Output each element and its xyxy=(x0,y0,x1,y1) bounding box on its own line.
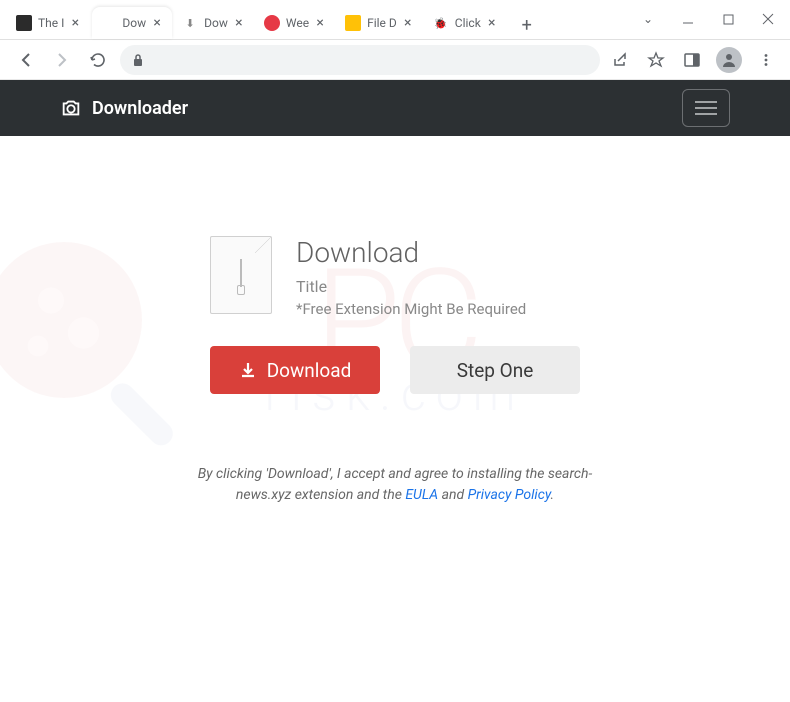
disclaimer-post: . xyxy=(551,487,555,503)
tab-title-0: The I xyxy=(38,16,64,30)
tabs-dropdown-button[interactable]: ⌄ xyxy=(634,5,662,33)
zip-file-icon xyxy=(210,236,272,314)
tab-2[interactable]: ⬇ Dow × xyxy=(174,7,254,39)
tab-favicon-5: 🐞 xyxy=(433,15,449,31)
tab-title-2: Dow xyxy=(204,16,228,30)
tab-favicon-3 xyxy=(264,15,280,31)
brand-text: Downloader xyxy=(92,98,188,119)
window-maximize-button[interactable] xyxy=(714,5,742,33)
download-note: *Free Extension Might Be Required xyxy=(296,300,526,318)
download-button-label: Download xyxy=(267,359,352,382)
download-button[interactable]: Download xyxy=(210,346,380,394)
browser-toolbar xyxy=(0,40,790,80)
tab-title-5: Click xyxy=(455,16,481,30)
buttons-row: Download Step One xyxy=(210,346,730,394)
tab-3[interactable]: Wee × xyxy=(256,7,335,39)
profile-avatar[interactable] xyxy=(716,47,742,73)
tab-favicon-4 xyxy=(345,15,361,31)
step-one-button-label: Step One xyxy=(457,359,534,382)
magnifier-watermark-icon xyxy=(0,216,220,476)
share-icon[interactable] xyxy=(608,48,632,72)
toolbar-right xyxy=(608,47,778,73)
page-header: Downloader xyxy=(0,80,790,136)
brand: Downloader xyxy=(60,97,188,119)
download-title: Title xyxy=(296,277,526,296)
tab-close-1[interactable]: × xyxy=(150,16,164,30)
tab-title-1: Dow xyxy=(122,16,146,30)
window-minimize-button[interactable] xyxy=(674,5,702,33)
tab-title-3: Wee xyxy=(286,16,309,30)
address-bar[interactable] xyxy=(120,45,600,75)
page-content: PC risk.com Download Title *Free Extensi… xyxy=(0,136,790,506)
hamburger-menu-button[interactable] xyxy=(682,89,730,127)
privacy-policy-link[interactable]: Privacy Policy xyxy=(468,487,551,503)
tab-close-5[interactable]: × xyxy=(485,16,499,30)
step-one-button[interactable]: Step One xyxy=(410,346,580,394)
tab-favicon-0 xyxy=(16,15,32,31)
bookmark-star-icon[interactable] xyxy=(644,48,668,72)
camera-icon xyxy=(60,97,82,119)
lock-icon xyxy=(132,53,144,67)
tab-1[interactable]: Dow × xyxy=(92,7,172,39)
disclaimer-mid: and xyxy=(438,487,467,503)
tab-favicon-1 xyxy=(100,15,116,31)
tab-close-3[interactable]: × xyxy=(313,16,327,30)
window-controls: ⌄ xyxy=(634,0,790,39)
tab-close-4[interactable]: × xyxy=(401,16,415,30)
tab-0[interactable]: The I × xyxy=(8,7,90,39)
download-heading: Download xyxy=(296,236,526,269)
download-box: Download Title *Free Extension Might Be … xyxy=(210,236,730,318)
kebab-menu-icon[interactable] xyxy=(754,48,778,72)
tab-close-2[interactable]: × xyxy=(232,16,246,30)
side-panel-icon[interactable] xyxy=(680,48,704,72)
tab-5[interactable]: 🐞 Click × xyxy=(425,7,507,39)
nav-reload-button[interactable] xyxy=(84,46,112,74)
tab-close-0[interactable]: × xyxy=(68,16,82,30)
disclaimer-text: By clicking 'Download', I accept and agr… xyxy=(60,464,730,506)
browser-titlebar: The I × Dow × ⬇ Dow × Wee × File D × 🐞 C… xyxy=(0,0,790,40)
new-tab-button[interactable]: + xyxy=(513,11,541,39)
tab-favicon-2: ⬇ xyxy=(182,15,198,31)
nav-back-button[interactable] xyxy=(12,46,40,74)
window-close-button[interactable] xyxy=(754,5,782,33)
nav-forward-button[interactable] xyxy=(48,46,76,74)
tabs-row: The I × Dow × ⬇ Dow × Wee × File D × 🐞 C… xyxy=(0,0,634,39)
download-arrow-icon xyxy=(239,361,257,379)
download-info: Download Title *Free Extension Might Be … xyxy=(296,236,526,318)
tab-title-4: File D xyxy=(367,16,397,30)
tab-4[interactable]: File D × xyxy=(337,7,423,39)
eula-link[interactable]: EULA xyxy=(405,487,438,503)
